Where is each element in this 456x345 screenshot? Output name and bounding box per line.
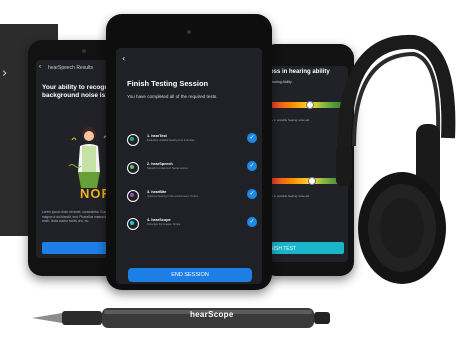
test-ring-icon bbox=[127, 134, 139, 146]
test-name: 4. hearScope bbox=[147, 218, 171, 222]
end-session-button[interactable]: END SESSION bbox=[128, 268, 252, 282]
test-item-heartest[interactable]: 1. hearTest Evaluates unaided hearing lo… bbox=[127, 132, 257, 152]
test-description: Otoscope the images. Scope bbox=[147, 223, 181, 226]
test-description: Evaluates unaided hearing loss & tinnitu… bbox=[147, 139, 195, 142]
meter-marker-1 bbox=[306, 101, 314, 109]
test-name: 1. hearTest bbox=[147, 134, 167, 138]
camera bbox=[187, 30, 191, 34]
test-ring-icon bbox=[127, 218, 139, 230]
checkmark-icon: ✓ bbox=[247, 161, 257, 171]
test-name: 2. hearSpeech bbox=[147, 162, 173, 166]
chevron-left-icon[interactable]: ‹ bbox=[122, 54, 125, 63]
screen-title: hearSpeech Results bbox=[48, 65, 94, 71]
checkmark-icon: ✓ bbox=[247, 133, 257, 143]
chevron-right-icon: › bbox=[2, 66, 8, 81]
camera bbox=[82, 49, 86, 53]
tablet-finish-session: ‹ Finish Testing Session You have comple… bbox=[106, 14, 272, 290]
test-item-hearspeech[interactable]: 2. hearSpeech Speech-in-noise test. Sens… bbox=[127, 160, 257, 180]
otoscope-pen-image bbox=[32, 308, 330, 328]
meter-marker-2 bbox=[308, 177, 316, 185]
meter-note-1: ou in possible hearing noise aid. bbox=[270, 118, 310, 122]
page-title: Finish Testing Session bbox=[127, 79, 209, 88]
ability-heading: oss in hearing ability bbox=[270, 69, 330, 75]
test-description: Quick-up hearing in the environment, 5 m… bbox=[147, 195, 198, 198]
page-subtitle: You have completed all of the required t… bbox=[127, 94, 218, 99]
test-ring-icon bbox=[127, 190, 139, 202]
test-item-hearscope[interactable]: 4. hearScope Otoscope the images. Scope … bbox=[127, 216, 257, 236]
checkmark-icon: ✓ bbox=[247, 189, 257, 199]
test-ring-icon bbox=[127, 162, 139, 174]
test-name: 3. hearBite bbox=[147, 190, 167, 194]
chevron-left-icon[interactable]: ‹ bbox=[39, 64, 41, 70]
ability-subheading: hearing Ability bbox=[270, 80, 292, 84]
checkmark-icon: ✓ bbox=[247, 217, 257, 227]
test-description: Speech-in-noise test. Sense scores bbox=[147, 167, 188, 170]
meter-note-2: ou in possible hearing noise aid. bbox=[270, 194, 310, 198]
test-item-hearbite[interactable]: 3. hearBite Quick-up hearing in the envi… bbox=[127, 188, 257, 208]
finish-session-screen: ‹ Finish Testing Session You have comple… bbox=[116, 48, 262, 284]
headphones-image bbox=[336, 34, 456, 284]
pen-brand-label: hearScope bbox=[190, 310, 234, 319]
